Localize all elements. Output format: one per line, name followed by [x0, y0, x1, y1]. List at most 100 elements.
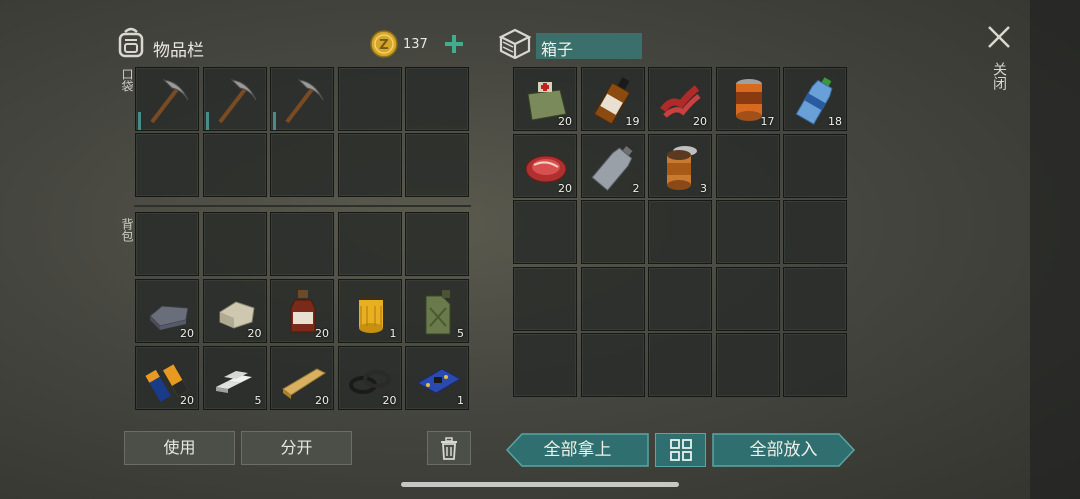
backpack-slot[interactable]: 20: [135, 346, 199, 410]
item-quantity: 20: [247, 327, 262, 340]
pocket-slot[interactable]: [202, 133, 267, 197]
item-quantity: 20: [382, 394, 397, 407]
pocket-slot[interactable]: [270, 133, 334, 197]
box-slot[interactable]: [580, 266, 645, 331]
box-slot[interactable]: [715, 266, 780, 331]
box-slot[interactable]: [648, 200, 712, 264]
backpack-slot[interactable]: 20: [135, 279, 199, 343]
pocket-slot[interactable]: [202, 67, 267, 131]
item-quantity: 1: [457, 394, 464, 407]
box-slot[interactable]: 19: [580, 67, 645, 131]
backpack-slot[interactable]: 20: [270, 279, 334, 343]
put-all-button[interactable]: 全部放入: [712, 433, 855, 467]
box-icon: [497, 27, 533, 60]
box-slot[interactable]: [783, 266, 847, 331]
pocket-slot[interactable]: [337, 133, 402, 197]
box-slot[interactable]: [513, 333, 577, 397]
sort-button[interactable]: [655, 433, 706, 467]
section-divider: [134, 205, 471, 207]
take-all-button[interactable]: 全部拿上: [506, 433, 649, 467]
backpack-slot[interactable]: 5: [405, 279, 469, 343]
box-slot[interactable]: 20: [513, 67, 577, 131]
svg-text:Z: Z: [379, 38, 388, 53]
backpack-slot[interactable]: 20: [337, 346, 402, 410]
box-slot[interactable]: [580, 333, 645, 397]
split-button[interactable]: 分开: [241, 431, 352, 465]
item-quantity: 20: [558, 181, 572, 195]
box-slot[interactable]: [783, 133, 847, 198]
box-title: 箱子: [541, 40, 574, 59]
backpack-slot[interactable]: [270, 212, 334, 276]
box-slot[interactable]: 20: [648, 67, 712, 131]
item-quantity: 17: [760, 115, 775, 128]
backpack-slot[interactable]: 20: [270, 346, 334, 410]
item-quantity: 5: [254, 394, 262, 407]
backpack-icon: [116, 26, 146, 58]
durability-bar: [273, 112, 276, 130]
box-slot[interactable]: [715, 333, 780, 397]
backpack-slot[interactable]: [202, 212, 267, 276]
close-icon: [988, 26, 1010, 48]
pickaxe-icon: [277, 74, 329, 126]
box-slot[interactable]: [715, 133, 780, 198]
backpack-slot[interactable]: 20: [202, 279, 267, 343]
side-panel: [1030, 0, 1080, 499]
grid-icon: [670, 439, 692, 461]
box-slot[interactable]: 18: [783, 67, 847, 131]
item-quantity: 20: [693, 115, 707, 128]
box-slot[interactable]: [580, 200, 645, 264]
box-slot[interactable]: [783, 333, 847, 397]
coin-count: 137: [403, 37, 428, 52]
box-slot[interactable]: 3: [648, 133, 712, 198]
take-all-label: 全部拿上: [543, 440, 612, 460]
pocket-slot[interactable]: [405, 67, 469, 131]
item-quantity: 1: [389, 327, 397, 340]
box-slot[interactable]: 20: [513, 133, 577, 198]
close-label: 关闭: [991, 62, 1007, 90]
backpack-slot[interactable]: [405, 212, 469, 276]
inventory-title: 物品栏: [153, 41, 204, 61]
trash-button[interactable]: [427, 431, 471, 465]
backpack-slot[interactable]: [135, 212, 199, 276]
home-indicator[interactable]: [401, 482, 679, 487]
use-button[interactable]: 使用: [124, 431, 235, 465]
put-all-label: 全部放入: [749, 440, 818, 460]
box-slot[interactable]: [648, 266, 712, 331]
pocket-slot[interactable]: [135, 133, 199, 197]
backpack-label: 背包: [120, 218, 134, 242]
backpack-slot[interactable]: 1: [337, 279, 402, 343]
pickaxe-icon: [142, 74, 194, 126]
item-quantity: 3: [700, 181, 707, 195]
backpack-slot[interactable]: 5: [202, 346, 267, 410]
box-slot[interactable]: [715, 200, 780, 264]
durability-bar: [138, 112, 141, 130]
pocket-label: 口袋: [120, 68, 134, 92]
item-quantity: 20: [180, 327, 194, 340]
item-quantity: 20: [180, 394, 194, 407]
box-slot[interactable]: [513, 200, 577, 264]
item-quantity: 5: [457, 327, 464, 340]
box-slot[interactable]: [648, 333, 712, 397]
item-quantity: 20: [558, 115, 572, 128]
box-slot[interactable]: 2: [580, 133, 645, 198]
pocket-slot[interactable]: [135, 67, 199, 131]
item-quantity: 18: [828, 115, 842, 128]
box-slot[interactable]: 17: [715, 67, 780, 131]
backpack-slot[interactable]: [337, 212, 402, 276]
box-slot[interactable]: [783, 200, 847, 264]
item-quantity: 20: [315, 394, 329, 407]
box-slot[interactable]: [513, 266, 577, 331]
coin-icon: Z: [370, 30, 398, 58]
add-coins-button[interactable]: [442, 32, 466, 56]
item-quantity: 19: [625, 115, 640, 128]
trash-icon: [441, 437, 457, 460]
pocket-slot[interactable]: [270, 67, 334, 131]
pocket-slot[interactable]: [405, 133, 469, 197]
pocket-slot[interactable]: [337, 67, 402, 131]
item-quantity: 2: [632, 181, 640, 195]
item-quantity: 20: [315, 327, 329, 340]
durability-bar: [205, 112, 209, 130]
backpack-slot[interactable]: 1: [405, 346, 469, 410]
pickaxe-icon: [210, 74, 262, 126]
close-button[interactable]: 关闭: [982, 22, 1016, 102]
